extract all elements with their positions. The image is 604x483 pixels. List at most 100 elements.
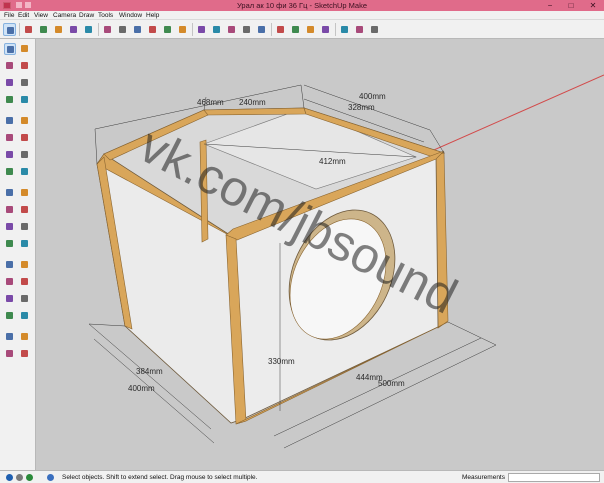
rotate-icon[interactable] [4,187,16,199]
eraser-icon[interactable] [22,23,35,36]
scale-icon[interactable] [4,204,16,216]
paint-bucket-icon[interactable] [37,23,50,36]
arc-icon[interactable] [4,132,16,144]
zoom-window-icon[interactable] [19,293,31,305]
pan-icon-glyph [277,26,284,33]
extension-warehouse-icon[interactable] [338,23,351,36]
freehand-icon[interactable] [19,77,31,89]
layout-icon[interactable] [353,23,366,36]
make-component-icon-glyph [21,45,28,52]
drawing-viewport[interactable]: 468mm 240mm 400mm 328mm 412mm 384mm 400m… [36,39,604,470]
orbit-icon[interactable] [255,23,268,36]
tape-measure-icon[interactable] [195,23,208,36]
look-around-icon[interactable] [19,331,31,343]
protractor-icon[interactable] [4,238,16,250]
two-point-arc-icon[interactable] [19,132,31,144]
minimize-button[interactable]: − [540,0,560,11]
circle-icon[interactable] [4,115,16,127]
zoom-extents-icon[interactable] [304,23,317,36]
walk-icon[interactable] [4,348,16,360]
toolbar-separator [19,23,20,36]
pie-icon[interactable] [19,149,31,161]
axes-icon[interactable] [4,259,16,271]
make-component-icon[interactable] [19,43,31,55]
menu-help[interactable]: Help [146,11,159,20]
extension-warehouse-icon-glyph [341,26,348,33]
close-button[interactable]: ✕ [583,0,603,11]
shapes-icon[interactable] [82,23,95,36]
user-icon[interactable] [26,474,33,481]
3d-text-icon[interactable] [19,259,31,271]
text-icon[interactable] [19,238,31,250]
move-icon[interactable] [4,166,16,178]
axes-icon-glyph [6,261,13,268]
select-icon[interactable] [4,43,16,55]
push-pull-icon[interactable] [19,166,31,178]
3d-text-icon-glyph [21,261,28,268]
select-icon[interactable] [3,23,16,36]
three-point-arc-icon[interactable] [4,149,16,161]
follow-me-icon[interactable] [19,187,31,199]
line-icon[interactable] [4,77,16,89]
rotated-rectangle-icon[interactable] [19,94,31,106]
top-back-edge [203,107,307,116]
pan-icon[interactable] [274,23,287,36]
scale-icon-glyph [164,26,171,33]
eraser-icon[interactable] [19,60,31,72]
previous-view-icon[interactable] [19,310,31,322]
menu-draw[interactable]: Draw [79,11,94,20]
geo-location-icon[interactable] [6,474,13,481]
menu-tools[interactable]: Tools [98,11,113,20]
pan-icon[interactable] [19,276,31,288]
tape-measure-icon-glyph [198,26,205,33]
rotate-icon[interactable] [146,23,159,36]
axes-icon[interactable] [240,23,253,36]
3d-warehouse-icon[interactable] [319,23,332,36]
ruby-console-icon-glyph [371,26,378,33]
two-point-arc-icon-glyph [21,134,28,141]
orbit-icon[interactable] [4,276,16,288]
follow-me-icon[interactable] [176,23,189,36]
protractor-icon[interactable] [225,23,238,36]
section-plane-icon[interactable] [19,348,31,360]
help-icon[interactable] [47,474,54,481]
credits-icon[interactable] [16,474,23,481]
move-icon[interactable] [131,23,144,36]
menu-file[interactable]: File [4,11,14,20]
scale-icon[interactable] [161,23,174,36]
measurements-label: Measurements [462,474,505,481]
arc-icon[interactable] [67,23,80,36]
pencil-icon[interactable] [52,23,65,36]
zoom-extents-icon[interactable] [4,310,16,322]
tape-measure-icon[interactable] [4,221,16,233]
menu-edit[interactable]: Edit [18,11,29,20]
dim-400-side: 400mm [128,384,155,393]
window-title: Урал ак 10 фи 36 Гц - SketchUp Make [236,1,368,10]
move-icon-glyph [6,168,13,175]
model-canvas[interactable]: 468mm 240mm 400mm 328mm 412mm 384mm 400m… [36,39,604,470]
freehand-icon-glyph [21,79,28,86]
maximize-button[interactable]: □ [561,0,581,11]
ruby-console-icon[interactable] [368,23,381,36]
offset-icon[interactable] [116,23,129,36]
menu-view[interactable]: View [34,11,48,20]
section-plane-icon-glyph [21,350,28,357]
paint-bucket-icon[interactable] [4,60,16,72]
polygon-icon[interactable] [19,115,31,127]
dimension-icon[interactable] [19,221,31,233]
menu-window[interactable]: Window [119,11,142,20]
dim-412: 412mm [319,157,346,166]
paint-bucket-icon-glyph [40,26,47,33]
text-icon-glyph [21,240,28,247]
push-pull-icon[interactable] [101,23,114,36]
measurements-input[interactable] [508,473,600,482]
zoom-icon[interactable] [289,23,302,36]
position-camera-icon[interactable] [4,331,16,343]
zoom-icon[interactable] [4,293,16,305]
offset-icon[interactable] [19,204,31,216]
menu-camera[interactable]: Camera [53,11,76,20]
text-icon[interactable] [210,23,223,36]
rectangle-icon[interactable] [4,94,16,106]
zoom-icon-glyph [6,295,13,302]
menu-bar: File Edit View Camera Draw Tools Window … [0,11,604,20]
